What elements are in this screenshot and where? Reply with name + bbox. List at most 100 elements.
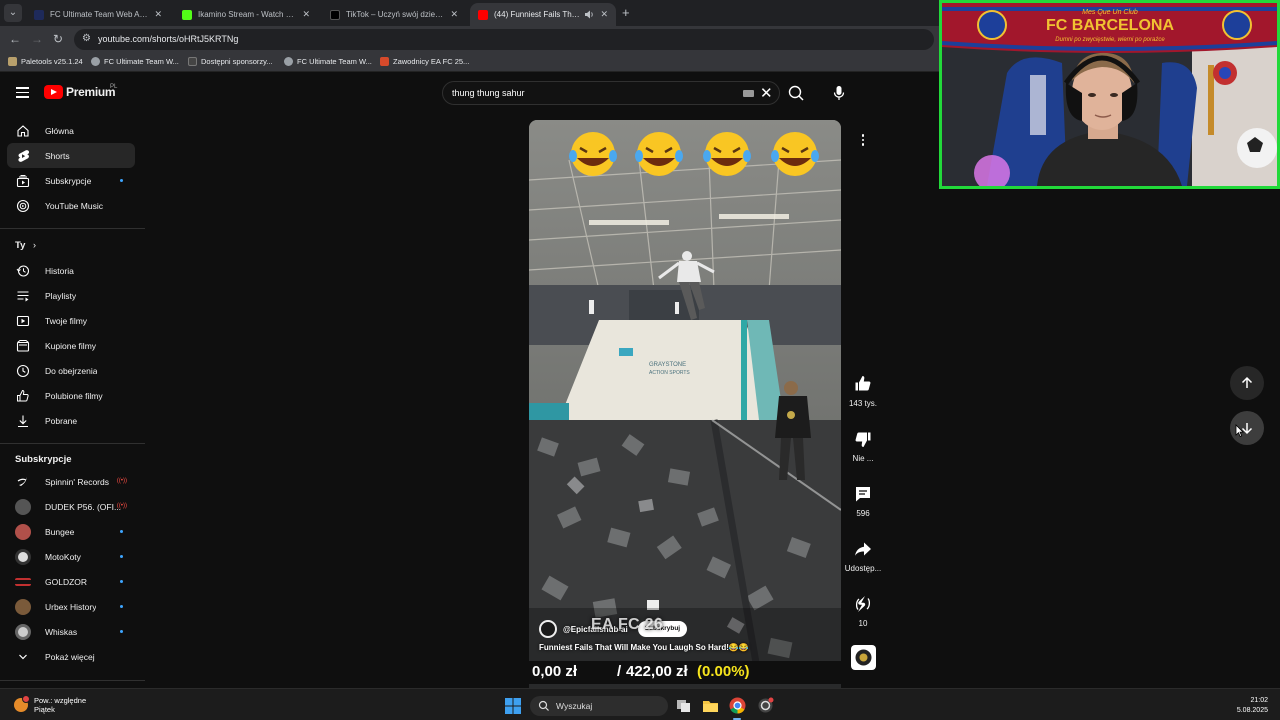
sidebar-sub-bungee[interactable]: Bungee [7, 519, 135, 544]
laughing-emoji-row-icon [569, 132, 819, 176]
sidebar-item-purchases[interactable]: Kupione filmy [7, 333, 135, 358]
chrome-icon[interactable] [729, 697, 746, 714]
bookmark-paletools[interactable]: Paletools v25.1.24 [8, 57, 83, 66]
close-tab-icon[interactable]: ✕ [450, 9, 458, 20]
clear-search-icon[interactable]: ✕ [760, 84, 773, 102]
streamer-webcam: Mes Que Un Club FC BARCELONA Dumni po zw… [939, 0, 1280, 189]
shorts-video-player[interactable]: GRAYSTONE ACTION SPORTS @Epicfailshub-ai… [529, 120, 841, 688]
back-arrow-icon[interactable]: ← [9, 32, 21, 46]
bookmark-fc-web-app[interactable]: FC Ultimate Team W... [91, 57, 179, 66]
audio-playing-icon[interactable] [584, 10, 594, 19]
address-bar[interactable]: ⚙ youtube.com/shorts/oHRtJ5KRTNg [74, 29, 934, 50]
share-icon[interactable] [851, 537, 875, 561]
sidebar-item-your-videos[interactable]: Twoje filmy [7, 308, 135, 333]
sound-thumbnail[interactable] [851, 645, 876, 670]
more-options-icon[interactable] [851, 128, 875, 152]
browser-tab-ea-web-app[interactable]: FC Ultimate Team Web App - EA SPORTS ✕ [26, 3, 170, 26]
you-section-heading[interactable]: Ty › [15, 240, 36, 251]
search-icon[interactable] [784, 81, 808, 105]
tab-title: (44) Funniest Fails That Will Make You L… [494, 10, 580, 19]
browser-tab-youtube-active[interactable]: (44) Funniest Fails That Will Make You L… [470, 3, 616, 26]
scarf-title-text: FC BARCELONA [1046, 17, 1174, 34]
file-explorer-icon[interactable] [702, 697, 719, 714]
weather-line2: Piątek [34, 705, 55, 714]
windows-start-icon[interactable] [505, 698, 521, 714]
bookmark-zawodnicy[interactable]: Zawodnicy EA FC 25... [380, 57, 469, 66]
new-content-dot [120, 530, 123, 533]
sidebar-item-watch-later[interactable]: Do obejrzenia [7, 358, 135, 383]
bookmark-fc-web-app-2[interactable]: FC Ultimate Team W... [284, 57, 372, 66]
sidebar-item-subscriptions[interactable]: Subskrypcje [7, 168, 135, 193]
app-icon[interactable] [757, 697, 774, 714]
remix-action[interactable]: 10 [843, 592, 883, 628]
weather-icon [14, 695, 30, 712]
channel-avatar[interactable] [539, 620, 557, 638]
sidebar-item-label: Bungee [45, 526, 75, 537]
video-title[interactable]: Funniest Fails That Will Make You Laugh … [539, 643, 749, 652]
sidebar-item-label: Spinnin' Records [45, 476, 109, 487]
task-view-icon[interactable] [675, 697, 692, 714]
thumbs-up-icon[interactable] [851, 372, 875, 396]
new-tab-button[interactable]: + [622, 5, 630, 20]
tab-title: Ikamino Stream - Watch Live on Kick [198, 10, 296, 19]
live-indicator-icon: ((•)) [116, 478, 127, 484]
dislike-action[interactable]: Nie ... [843, 427, 883, 463]
guide-menu-icon[interactable] [16, 87, 29, 98]
weather-widget[interactable]: Pow.: względne Piątek [14, 695, 86, 714]
clock-date: 5.08.2025 [1236, 707, 1268, 714]
sidebar-item-youtube-music[interactable]: YouTube Music [7, 193, 135, 218]
browser-tab-kick[interactable]: Ikamino Stream - Watch Live on Kick ✕ [174, 3, 318, 26]
previous-short-button[interactable] [1230, 366, 1264, 400]
bookmark-icon [380, 57, 389, 66]
browser-tab-tiktok[interactable]: TikTok – Uczyń swój dzień lepszym ✕ [322, 3, 466, 26]
bookmark-label: FC Ultimate Team W... [297, 57, 372, 66]
taskbar-search[interactable]: Wyszukaj [530, 696, 668, 716]
new-content-dot [120, 605, 123, 608]
globe-icon [284, 57, 293, 66]
sidebar-item-label: Whiskas [45, 626, 78, 637]
sidebar-item-downloads[interactable]: Pobrane [7, 408, 135, 433]
tab-search-button[interactable]: ⌄ [4, 4, 22, 22]
voice-search-icon[interactable] [826, 80, 852, 106]
sidebar-item-home[interactable]: Główna [7, 118, 135, 143]
sidebar-item-shorts[interactable]: Shorts [7, 143, 135, 168]
your-videos-icon [15, 313, 31, 329]
sidebar-item-liked[interactable]: Polubione filmy [7, 383, 135, 408]
like-action[interactable]: 143 tys. [843, 372, 883, 408]
arrow-up-icon [1241, 376, 1253, 388]
sidebar-item-history[interactable]: Historia [7, 258, 135, 283]
sidebar-sub-motokoty[interactable]: MotoKoty [7, 544, 135, 569]
sidebar-sub-spinnin-records[interactable]: Spinnin' Records ((•)) [7, 469, 135, 494]
remix-icon[interactable] [851, 592, 875, 616]
sidebar-divider [0, 680, 145, 681]
thumbs-down-icon[interactable] [851, 427, 875, 451]
bookmark-label: FC Ultimate Team W... [104, 57, 179, 66]
comment-icon[interactable] [851, 482, 875, 506]
tiktok-favicon-icon [330, 9, 340, 20]
sidebar-item-label: Historia [45, 265, 74, 276]
region-code: PL [110, 84, 118, 90]
video-frame: GRAYSTONE ACTION SPORTS [529, 120, 841, 688]
reload-icon[interactable]: ↻ [53, 32, 63, 46]
search-input[interactable] [452, 85, 732, 101]
share-action[interactable]: Udostęp... [843, 537, 883, 573]
close-tab-icon[interactable]: ✕ [600, 9, 608, 20]
site-info-icon[interactable]: ⚙ [82, 33, 91, 44]
sidebar-sub-urbex-history[interactable]: Urbex History [7, 594, 135, 619]
sidebar-item-playlists[interactable]: Playlisty [7, 283, 135, 308]
youtube-logo[interactable]: Premium [44, 85, 116, 99]
close-tab-icon[interactable]: ✕ [302, 9, 310, 20]
sidebar-sub-goldzor[interactable]: GOLDZOR [7, 569, 135, 594]
sidebar-show-more[interactable]: Pokaż więcej [7, 644, 135, 669]
comments-action[interactable]: 596 [843, 482, 883, 518]
taskbar-clock[interactable]: 21:02 5.08.2025 [1237, 696, 1268, 716]
sidebar-item-label: Playlisty [45, 290, 77, 301]
close-tab-icon[interactable]: ✕ [154, 9, 162, 20]
kick-favicon-icon [182, 9, 192, 20]
forward-arrow-icon[interactable]: → [31, 32, 43, 46]
sidebar-sub-whiskas[interactable]: Whiskas [7, 619, 135, 644]
sidebar-sub-dudek[interactable]: DUDEK P56. (OFI... ((•)) [7, 494, 135, 519]
sidebar-item-label: Kupione filmy [45, 340, 97, 351]
keyboard-icon[interactable] [743, 90, 754, 97]
bookmark-sponsors[interactable]: Dostępni sponsorzy... [188, 57, 273, 66]
